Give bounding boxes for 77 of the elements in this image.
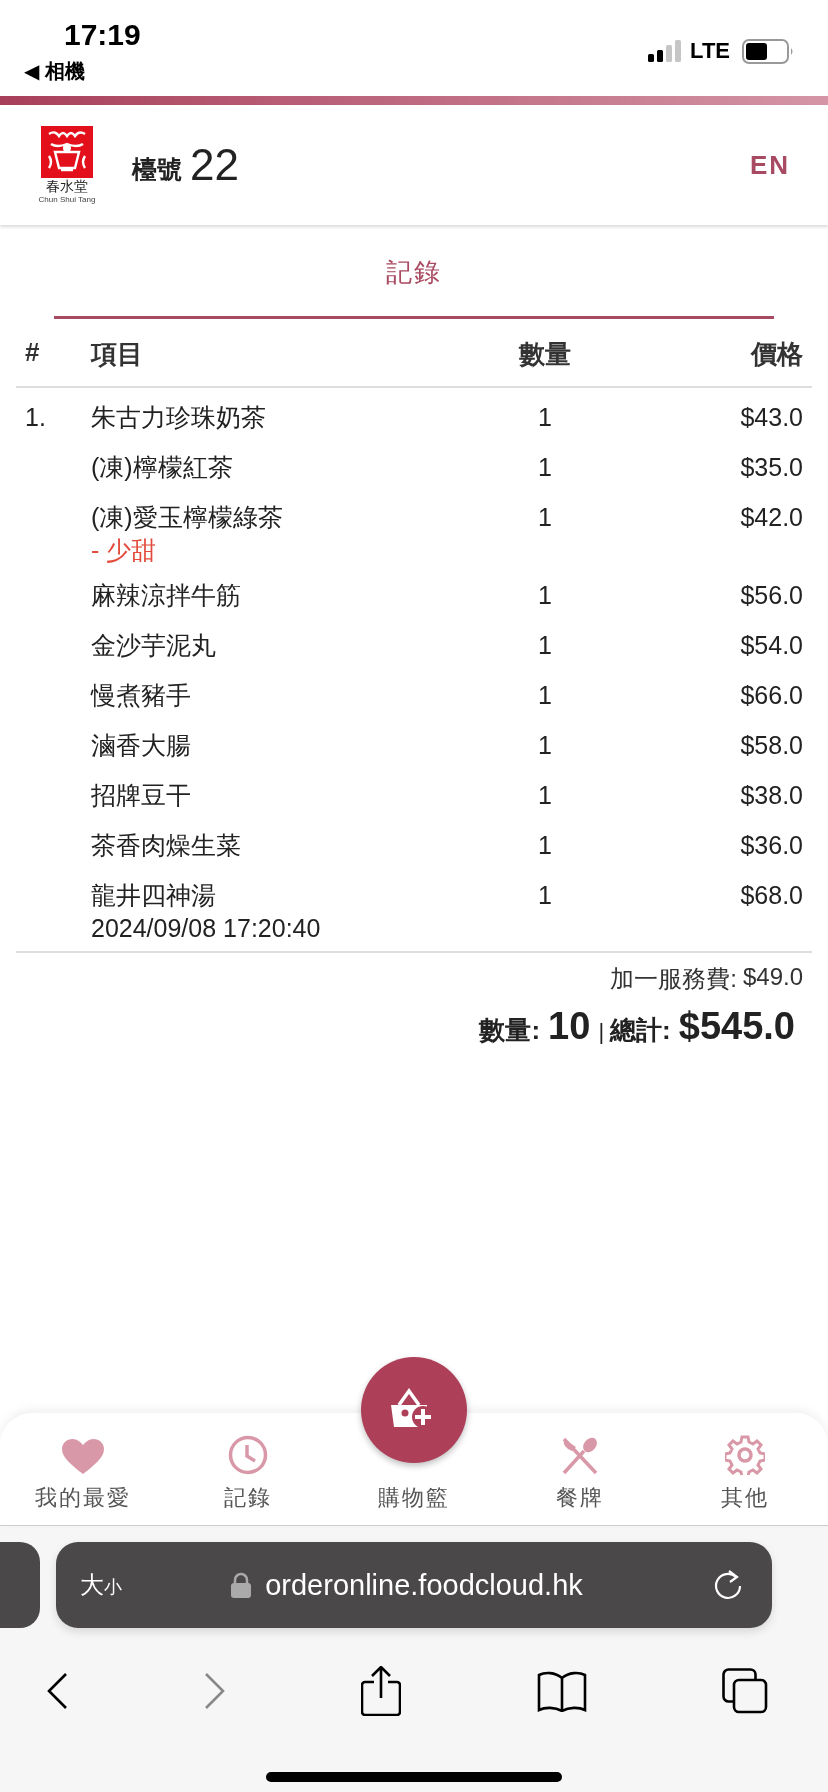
item-name: (凍)愛玉檸檬綠茶 [91,502,283,531]
lock-icon [231,1572,252,1598]
tabs-icon[interactable] [722,1668,768,1714]
service-charge-label: 加一服務費: [610,964,737,994]
item-note: - 少甜 [91,536,157,564]
item-quantity: 1 [538,402,552,431]
order-number: 1. [25,402,46,431]
item-name: (凍)檸檬紅茶 [91,452,233,481]
heart-icon [61,1439,104,1475]
quantity-label: 數量: [479,1014,541,1047]
item-price: $58.0 [740,730,803,759]
column-header: 項目 [91,338,144,371]
signal-icon [648,40,683,62]
nav-item[interactable]: 記錄 [224,1435,273,1525]
url-text: orderonline.foodcloud.hk [265,1568,583,1602]
item-price: $54.0 [740,630,803,659]
status-time: 17:19 [64,18,141,52]
total-label: 總計: [610,1014,671,1047]
nav-item[interactable]: 其他 [721,1435,770,1525]
reload-icon[interactable] [712,1569,744,1601]
item-price: $38.0 [740,780,803,809]
table-label: 檯號 [132,153,182,185]
language-button[interactable]: EN [745,145,794,185]
item-quantity: 1 [538,452,552,481]
back-link[interactable]: ◀ 相機 [24,58,141,85]
back-icon[interactable] [46,1672,68,1710]
item-quantity: 1 [538,780,552,809]
item-quantity: 1 [538,502,552,531]
battery-icon [742,38,794,64]
logo-subtitle: Chun Shui Tang [38,195,96,204]
item-price: $68.0 [740,880,803,909]
item-name: 慢煮豬手 [91,680,191,709]
column-header: 數量 [517,338,572,371]
item-price: $43.0 [740,402,803,431]
network-label: LTE [690,38,730,64]
item-quantity: 1 [538,880,552,909]
column-header: 價格 [749,338,803,371]
nav-item[interactable]: 購物籃 [378,1483,450,1525]
forward-icon[interactable] [203,1672,226,1710]
item-quantity: 1 [538,580,552,609]
item-price: $35.0 [740,452,803,481]
cart-button[interactable] [361,1357,467,1463]
total-amount: $545.0 [678,1005,795,1048]
item-price: $56.0 [740,580,803,609]
item-quantity: 1 [538,680,552,709]
item-price: $66.0 [740,680,803,709]
share-icon[interactable] [361,1666,401,1716]
text-size-button[interactable]: 大小 [80,1569,122,1601]
table-number: 22 [190,140,239,190]
item-name: 茶香肉燥生菜 [91,830,241,859]
item-name: 滷香大腸 [91,730,191,759]
item-price: $42.0 [740,502,803,531]
item-name: 麻辣涼拌牛筋 [91,580,241,609]
item-quantity: 1 [538,830,552,859]
service-charge-value: $49.0 [742,963,803,992]
logo-text: 春水堂 [46,178,88,195]
item-name: 朱古力珍珠奶茶 [91,402,266,431]
column-header: # [25,337,41,369]
item-quantity: 1 [538,730,552,759]
item-price: $36.0 [740,830,803,859]
nav-item[interactable]: 我的最愛 [34,1439,131,1525]
separator: | [598,1019,605,1045]
settings-icon [725,1435,766,1475]
clock-icon [228,1435,269,1475]
nav-item[interactable]: 餐牌 [555,1437,604,1525]
logo-icon [41,126,93,178]
address-bar[interactable]: 大小 orderonline.foodcloud.hk [56,1542,772,1628]
order-time: 2024/09/08 17:20:40 [91,914,321,942]
tab[interactable]: 記錄 [54,247,774,319]
fork-spoon-icon [561,1437,598,1475]
previous-tab[interactable] [0,1542,40,1628]
item-name: 金沙芋泥丸 [91,630,216,659]
bookmarks-icon[interactable] [536,1670,587,1712]
quantity-total: 10 [548,1005,591,1048]
item-name: 龍井四神湯 [91,880,216,909]
item-name: 招牌豆干 [91,780,191,809]
item-quantity: 1 [538,630,552,659]
